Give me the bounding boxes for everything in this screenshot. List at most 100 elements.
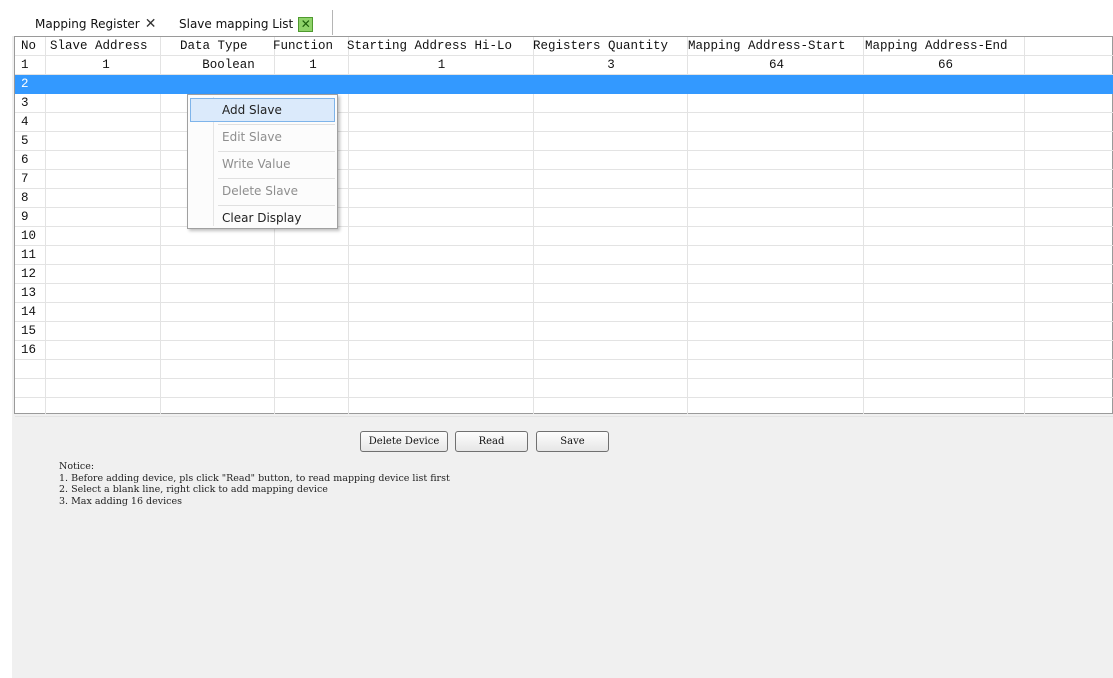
context-menu: Add Slave Edit Slave Write Value Delete Sla… <box>187 94 338 229</box>
col-starting-address-cell <box>349 113 534 131</box>
tab-mapping-register[interactable]: Mapping Register ✕ <box>35 13 156 35</box>
table-header[interactable]: No Slave Address Data Type Function Starting… <box>15 37 1113 56</box>
col-mapping-start-cell <box>688 208 865 226</box>
col-mapping-start-cell <box>688 189 865 207</box>
menu-item-add-slave[interactable]: Add Slave <box>190 98 335 122</box>
table-row[interactable]: 13 <box>15 284 1113 303</box>
table-row[interactable]: 1 1 Boolean 1 1 3 64 66 <box>15 56 1113 75</box>
col-slave-address-cell <box>50 208 162 226</box>
col-slave-address-cell <box>50 75 162 93</box>
col-no-cell: 11 <box>21 248 37 262</box>
col-no-cell: 13 <box>21 286 37 300</box>
menu-item-edit-slave[interactable]: Edit Slave <box>190 125 335 149</box>
tab-label: Slave mapping List <box>179 17 294 31</box>
table-row[interactable]: 4 <box>15 113 1113 132</box>
table-row[interactable]: 5 <box>15 132 1113 151</box>
notice-line: 2. Select a blank line, right click to a… <box>59 484 328 495</box>
col-mapping-end-cell: 66 <box>937 58 953 72</box>
empty-row[interactable] <box>15 379 1113 398</box>
col-no-cell: 3 <box>21 96 29 110</box>
col-starting-address-cell <box>349 322 534 340</box>
col-slave-address-cell <box>50 246 162 264</box>
col-data-type-cell <box>180 322 277 340</box>
menu-item-clear-display[interactable]: Clear Display <box>190 206 335 230</box>
col-starting-address-cell <box>349 227 534 245</box>
table-row[interactable]: 9 <box>15 208 1113 227</box>
col-starting-address-cell: 1 <box>437 58 446 72</box>
col-starting-address-cell <box>349 208 534 226</box>
col-registers-quantity-cell <box>534 265 688 283</box>
col-no-cell: 5 <box>21 134 29 148</box>
col-slave-address-cell <box>50 227 162 245</box>
col-registers-quantity-cell <box>534 208 688 226</box>
col-slave-address-cell <box>50 189 162 207</box>
col-no-cell: 4 <box>21 115 29 129</box>
menu-item-write-value[interactable]: Write Value <box>190 152 335 176</box>
col-no-cell: 10 <box>21 229 37 243</box>
notice-line: 3. Max adding 16 devices <box>59 495 182 507</box>
col-mapping-start-cell <box>688 132 865 150</box>
table-row[interactable]: 3 <box>15 94 1113 113</box>
col-slave-address-cell <box>50 151 162 169</box>
tab-strip: Mapping Register ✕ Slave mapping List ✕ <box>12 8 1113 36</box>
table-row[interactable]: 6 <box>15 151 1113 170</box>
col-no-cell: 9 <box>21 210 29 224</box>
table-row[interactable]: 15 <box>15 322 1113 341</box>
close-x-icon[interactable]: ✕ <box>145 17 157 31</box>
col-slave-address-cell <box>50 265 162 283</box>
menu-item-delete-slave[interactable]: Delete Slave <box>190 179 335 203</box>
empty-row[interactable] <box>15 360 1113 379</box>
col-starting-address-cell <box>349 189 534 207</box>
tab-divider <box>332 10 333 35</box>
col-no-cell: 12 <box>21 267 37 281</box>
col-mapping-start-cell <box>688 341 865 359</box>
col-mapping-start-cell <box>688 246 865 264</box>
col-registers-quantity-header: Registers Quantity <box>533 39 669 53</box>
col-mapping-start-cell <box>688 170 865 188</box>
col-slave-address-header: Slave Address <box>50 39 148 53</box>
col-data-type-cell <box>180 246 277 264</box>
col-mapping-end-cell <box>865 132 1026 150</box>
table-row[interactable]: 11 <box>15 246 1113 265</box>
col-slave-address-cell <box>50 303 162 321</box>
table-row[interactable]: 12 <box>15 265 1113 284</box>
tab-slave-mapping-list[interactable]: Slave mapping List ✕ <box>179 13 314 35</box>
col-starting-address-cell <box>349 94 534 112</box>
col-registers-quantity-cell <box>534 189 688 207</box>
col-data-type-cell <box>180 265 277 283</box>
empty-row[interactable] <box>15 398 1113 417</box>
col-function-cell <box>277 246 349 264</box>
table-row[interactable]: 16 <box>15 341 1113 360</box>
col-slave-address-cell <box>50 170 162 188</box>
col-function-cell <box>277 75 349 93</box>
col-no-cell: 2 <box>21 77 29 91</box>
col-mapping-end-cell <box>865 75 1026 93</box>
col-slave-address-cell <box>50 322 162 340</box>
notice-panel: Notice: 1. Before adding device, pls cli… <box>59 461 450 507</box>
table-row[interactable]: 8 <box>15 189 1113 208</box>
col-slave-address-cell <box>50 132 162 150</box>
col-mapping-start-cell <box>688 75 865 93</box>
delete-device-button[interactable]: Delete Device <box>360 431 448 452</box>
col-registers-quantity-cell: 3 <box>607 58 615 72</box>
table-row[interactable]: 14 <box>15 303 1113 322</box>
green-close-icon[interactable]: ✕ <box>298 16 314 32</box>
col-function-cell <box>277 303 349 321</box>
table-row[interactable]: 7 <box>15 170 1113 189</box>
tab-label: Mapping Register <box>35 17 140 31</box>
col-no-cell: 6 <box>21 153 29 167</box>
col-registers-quantity-cell <box>534 113 688 131</box>
col-registers-quantity-cell <box>534 284 688 302</box>
col-registers-quantity-cell <box>534 75 688 93</box>
col-mapping-end-cell <box>865 227 1026 245</box>
col-slave-address-cell <box>50 113 162 131</box>
app-window: Mapping Register ✕ Slave mapping List ✕ … <box>12 8 1113 678</box>
col-mapping-end-cell <box>865 322 1026 340</box>
save-button[interactable]: Save <box>536 431 609 452</box>
col-registers-quantity-cell <box>534 170 688 188</box>
slave-mapping-table[interactable]: No Slave Address Data Type Function Starting… <box>14 36 1113 417</box>
read-button[interactable]: Read <box>455 431 528 452</box>
table-row[interactable]: 2 <box>15 75 1113 94</box>
col-mapping-end-cell <box>865 113 1026 131</box>
table-row[interactable]: 10 <box>15 227 1113 246</box>
